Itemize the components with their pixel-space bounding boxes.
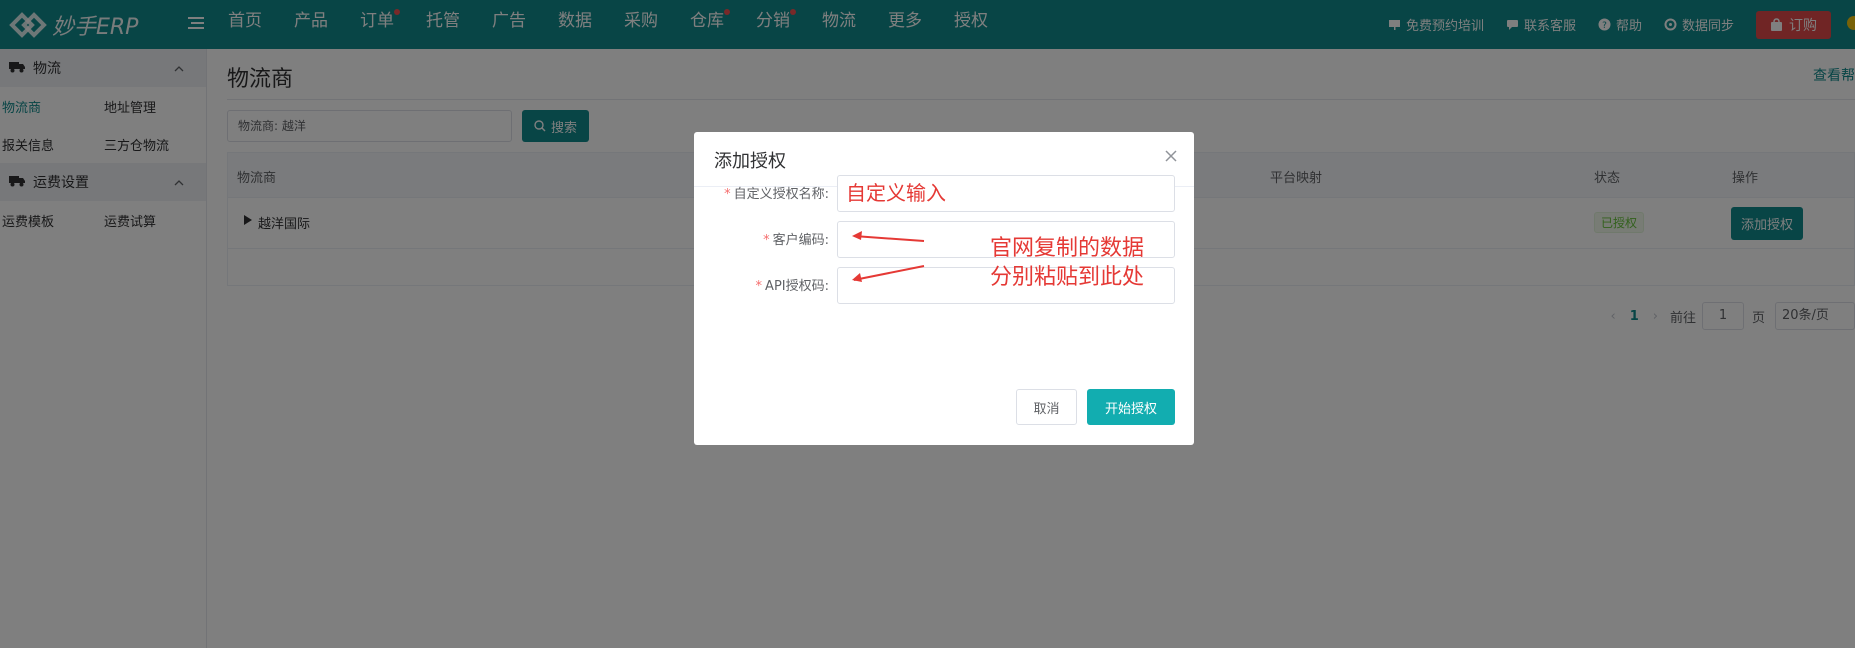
add-authorization-dialog: 添加授权 * 自定义授权名称: 自定义输入 * 客户编码: * API授权码: 官网复… (694, 132, 1194, 445)
start-authorization-button[interactable]: 开始授权 (1087, 389, 1175, 425)
cancel-button[interactable]: 取消 (1016, 389, 1077, 425)
